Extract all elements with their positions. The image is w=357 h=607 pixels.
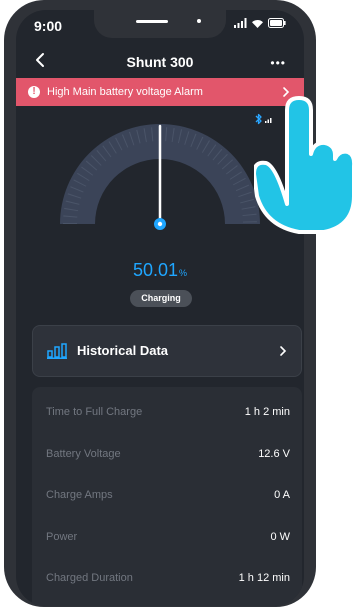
status-time: 9:00 xyxy=(34,18,63,34)
stat-row-charge-amps: Charge Amps 0 A xyxy=(32,482,302,512)
charge-percent-unit: % xyxy=(179,268,188,278)
stat-label: Charged Duration xyxy=(46,572,133,584)
battery-icon xyxy=(268,18,286,28)
stats-panel: Time to Full Charge 1 h 2 min Battery Vo… xyxy=(32,387,302,606)
stat-row-power: Power 0 W xyxy=(32,524,302,554)
historical-data-button[interactable]: Historical Data xyxy=(32,325,302,377)
stat-value: 0 W xyxy=(270,531,290,543)
stat-value: 12.6 V xyxy=(258,448,290,460)
stat-value: 0 A xyxy=(274,489,290,501)
stat-label: Power xyxy=(46,531,78,543)
more-icon[interactable]: ••• xyxy=(270,56,286,70)
status-icons xyxy=(234,18,286,28)
charge-percent-value: 50.01 xyxy=(132,260,179,280)
wifi-icon xyxy=(252,20,263,28)
signal-icon xyxy=(234,18,247,28)
historical-data-label: Historical Data xyxy=(77,343,169,358)
page-title: Shunt 300 xyxy=(126,54,194,70)
stat-label: Battery Voltage xyxy=(46,448,121,460)
charge-percent: 50.01% xyxy=(16,260,304,281)
stat-value: 1 h 12 min xyxy=(238,572,290,584)
camera-dot xyxy=(197,19,201,23)
stat-label: Time to Full Charge xyxy=(46,406,143,418)
speaker-bar xyxy=(136,20,168,23)
chevron-right-icon xyxy=(280,346,287,356)
stat-label: Charge Amps xyxy=(46,489,113,501)
phone-frame: 9:00 Shunt 300 ••• ! High Main battery v… xyxy=(4,0,316,607)
stat-row-battery-voltage: Battery Voltage 12.6 V xyxy=(32,441,302,471)
alert-icon: ! xyxy=(28,86,40,98)
notch xyxy=(94,10,226,38)
stat-row-charged-duration: Charged Duration 1 h 12 min xyxy=(32,565,302,595)
stat-row-time-to-full: Time to Full Charge 1 h 2 min xyxy=(32,399,302,429)
pointing-hand-icon xyxy=(254,96,357,234)
stat-value: 1 h 2 min xyxy=(244,406,290,418)
top-bar: Shunt 300 ••• xyxy=(16,48,304,76)
charging-status-badge: Charging xyxy=(130,290,192,307)
bar-chart-icon xyxy=(47,343,67,359)
alarm-text: High Main battery voltage Alarm xyxy=(47,86,203,98)
charge-gauge xyxy=(60,124,260,230)
